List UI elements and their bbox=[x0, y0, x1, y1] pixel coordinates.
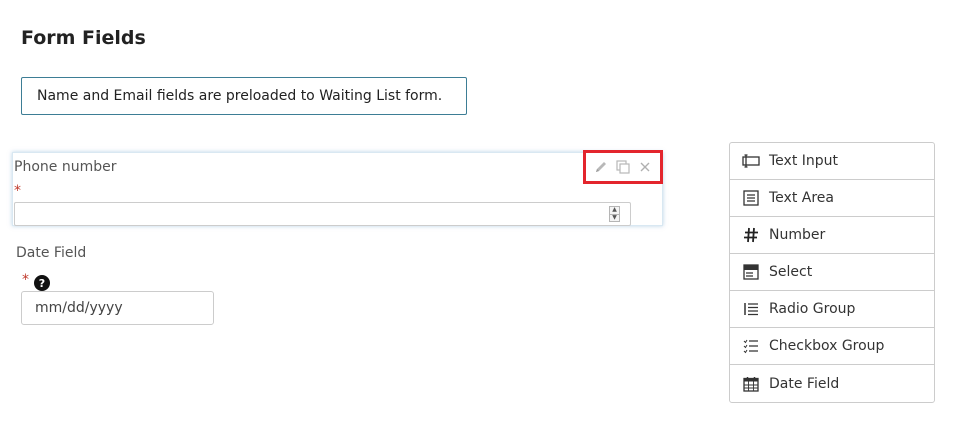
palette-item-select[interactable]: Select bbox=[730, 254, 934, 291]
checkbox-group-icon bbox=[742, 337, 760, 355]
pencil-icon[interactable] bbox=[593, 159, 609, 175]
palette-item-checkbox-group[interactable]: Checkbox Group bbox=[730, 328, 934, 365]
spinner-down-icon[interactable]: ▼ bbox=[610, 214, 619, 222]
palette-item-text-input[interactable]: Text Input bbox=[730, 143, 934, 180]
hash-icon bbox=[742, 226, 760, 244]
palette-item-text-area[interactable]: Text Area bbox=[730, 180, 934, 217]
close-icon[interactable] bbox=[637, 159, 653, 175]
page-title: Form Fields bbox=[21, 27, 146, 49]
info-notice: Name and Email fields are preloaded to W… bbox=[21, 77, 467, 115]
date-field-label: Date Field bbox=[16, 245, 87, 261]
date-input[interactable]: mm/dd/yyyy bbox=[21, 291, 214, 325]
help-icon[interactable]: ? bbox=[34, 275, 50, 291]
text-area-icon bbox=[742, 189, 760, 207]
required-marker: * bbox=[14, 183, 21, 199]
copy-icon[interactable] bbox=[615, 159, 631, 175]
required-marker: * bbox=[22, 272, 29, 288]
field-actions-toolbar bbox=[583, 150, 663, 184]
select-icon bbox=[742, 263, 760, 281]
phone-field-label: Phone number bbox=[14, 159, 117, 175]
palette-item-label: Text Input bbox=[769, 153, 839, 169]
palette-item-label: Select bbox=[769, 264, 813, 280]
phone-number-input[interactable]: ▲ ▼ bbox=[14, 202, 631, 226]
palette-item-radio-group[interactable]: Radio Group bbox=[730, 291, 934, 328]
palette-item-label: Radio Group bbox=[769, 301, 856, 317]
field-palette: Text Input Text Area Number Select Radio… bbox=[729, 142, 935, 403]
calendar-icon bbox=[742, 375, 760, 393]
palette-item-label: Checkbox Group bbox=[769, 338, 885, 354]
palette-item-label: Number bbox=[769, 227, 826, 243]
palette-item-number[interactable]: Number bbox=[730, 217, 934, 254]
palette-item-date-field[interactable]: Date Field bbox=[730, 365, 934, 402]
radio-group-icon bbox=[742, 300, 760, 318]
phone-field-card[interactable]: Phone number * ▲ ▼ bbox=[12, 150, 663, 226]
palette-item-label: Date Field bbox=[769, 375, 840, 392]
palette-item-label: Text Area bbox=[769, 190, 834, 206]
number-spinner[interactable]: ▲ ▼ bbox=[609, 206, 620, 222]
text-input-icon bbox=[742, 152, 760, 170]
